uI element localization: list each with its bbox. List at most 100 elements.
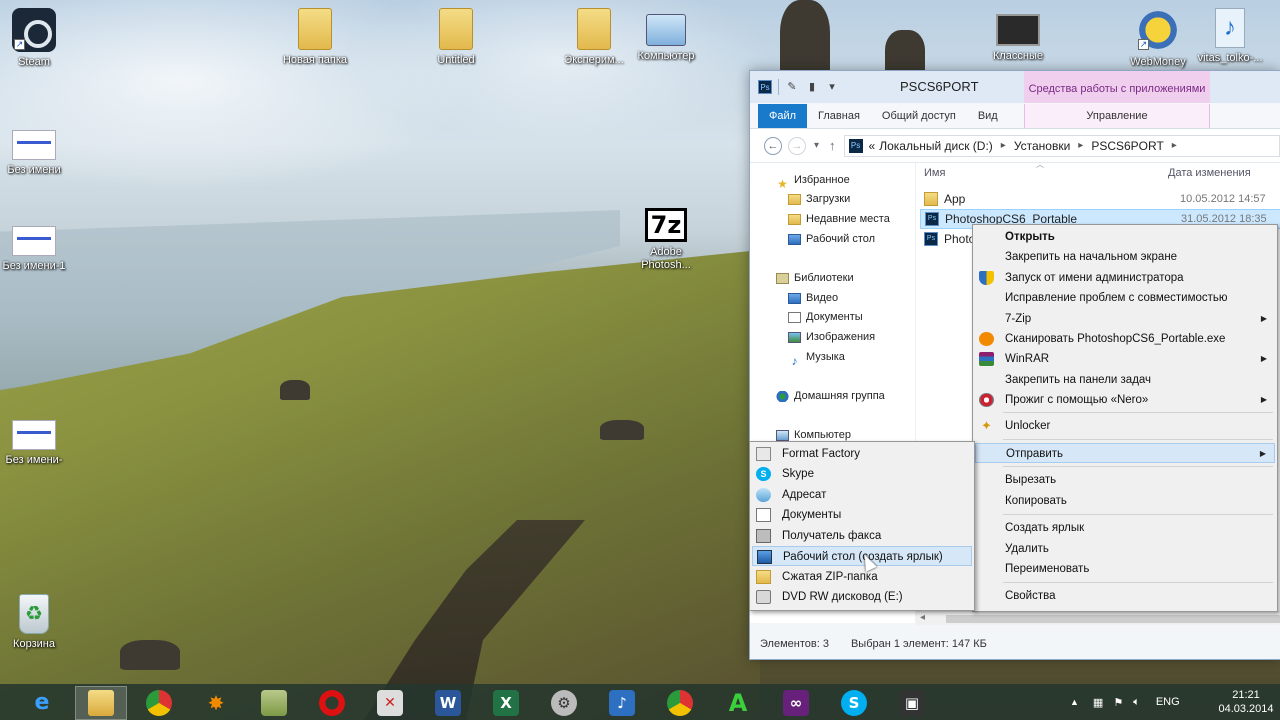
taskbar-excel[interactable]: X xyxy=(480,686,532,720)
nav-homegroup[interactable]: Домашняя группа xyxy=(776,387,885,405)
desktop-icon-new-folder[interactable]: Новая папка xyxy=(278,8,352,67)
tab-view[interactable]: Вид xyxy=(967,104,1009,128)
taskbar-camera[interactable]: ▣ xyxy=(886,686,938,720)
desktop-icon-recycle-bin[interactable]: ♻ Корзина xyxy=(0,594,71,651)
chevron-right-icon[interactable]: ▸ xyxy=(1172,140,1177,151)
nav-music[interactable]: ♪ Музыка xyxy=(788,348,845,368)
breadcrumb-local-disk[interactable]: Локальный диск (D:) xyxy=(879,139,993,153)
desktop-icon-computer[interactable]: Компьютер xyxy=(629,8,703,63)
sendto-skype[interactable]: S Skype xyxy=(752,464,972,484)
menu-item-copy[interactable]: Копировать xyxy=(975,491,1275,511)
menu-item-nero-burn[interactable]: Прожиг с помощью «Nero» ▶ xyxy=(975,390,1275,410)
chevron-right-icon[interactable]: ▸ xyxy=(1001,140,1006,151)
taskbar-chrome-2[interactable] xyxy=(654,686,706,720)
tab-manage[interactable]: Управление xyxy=(1024,104,1210,128)
chevron-right-icon[interactable]: ▸ xyxy=(1078,140,1083,151)
menu-item-unlocker[interactable]: ✦ Unlocker xyxy=(975,416,1275,436)
clock[interactable]: 21:21 04.03.2014 xyxy=(1216,688,1276,716)
menu-item-delete[interactable]: Удалить xyxy=(975,539,1275,559)
address-overflow[interactable]: « xyxy=(869,139,876,153)
menu-item-7zip[interactable]: 7-Zip ▶ xyxy=(975,309,1275,329)
show-hidden-icons-icon[interactable]: ▲ xyxy=(1070,697,1079,707)
taskbar-avast[interactable]: ✸ xyxy=(190,686,242,720)
sendto-dvd-drive[interactable]: DVD RW дисковод (E:) xyxy=(752,587,972,607)
menu-item-pin-taskbar[interactable]: Закрепить на панели задач xyxy=(975,370,1275,390)
menu-label: 7-Zip xyxy=(1005,313,1032,325)
taskbar-skype[interactable]: S xyxy=(828,686,880,720)
menu-item-pin-start[interactable]: Закрепить на начальном экране xyxy=(975,247,1275,267)
volume-icon[interactable]: 🔈︎ xyxy=(1133,696,1140,709)
taskbar-word[interactable]: W xyxy=(422,686,474,720)
column-header-date[interactable]: Дата изменения xyxy=(1168,167,1251,179)
menu-item-avast-scan[interactable]: Сканировать PhotoshopCS6_Portable.exe xyxy=(975,329,1275,349)
back-arrow-icon[interactable]: ← xyxy=(764,136,782,155)
menu-item-winrar[interactable]: WinRAR ▶ xyxy=(975,349,1275,369)
nav-libraries[interactable]: Библиотеки xyxy=(776,269,854,287)
desktop-icon-experiment[interactable]: Эксперим... xyxy=(557,8,631,67)
network-icon[interactable]: ▦ xyxy=(1093,696,1103,709)
scrollbar-thumb[interactable] xyxy=(946,615,1280,623)
sendto-fax-recipient[interactable]: Получатель факса xyxy=(752,526,972,546)
desktop-icon-untitled-folder[interactable]: Untitled xyxy=(419,8,493,67)
nav-videos[interactable]: Видео xyxy=(788,289,838,307)
scroll-left-icon[interactable]: ◂ xyxy=(920,612,925,623)
taskbar-file-explorer[interactable] xyxy=(75,686,127,720)
desktop-icon-klassnye[interactable]: Классные xyxy=(981,8,1055,63)
desktop-icon-vitas[interactable]: ♪ vitas_tolko-... xyxy=(1193,8,1267,65)
desktop-icon-adobe-photoshop[interactable]: 7z Adobe Photosh... xyxy=(629,208,703,272)
nav-desktop[interactable]: Рабочий стол xyxy=(788,230,875,248)
action-center-flag-icon[interactable]: ⚑ xyxy=(1113,696,1123,709)
column-header-name[interactable]: Имя xyxy=(924,167,945,179)
taskbar-tool[interactable]: ✕ xyxy=(364,686,416,720)
file-row[interactable]: App 10.05.2012 14:57 xyxy=(920,189,1280,209)
menu-item-run-as-admin[interactable]: Запуск от имени администратора xyxy=(975,268,1275,288)
address-path[interactable]: Ps « Локальный диск (D:) ▸ Установки ▸ P… xyxy=(843,134,1280,157)
tab-file[interactable]: Файл xyxy=(758,104,808,128)
taskbar-app-green[interactable] xyxy=(248,686,300,720)
toolbar-divider xyxy=(778,79,779,95)
menu-item-rename[interactable]: Переименовать xyxy=(975,559,1275,579)
breadcrumb-pscs6port[interactable]: PSCS6PORT xyxy=(1091,139,1163,153)
recent-locations-icon[interactable]: ▾ xyxy=(814,140,819,151)
sendto-documents[interactable]: Документы xyxy=(752,505,972,525)
nav-pictures[interactable]: Изображения xyxy=(788,328,875,346)
menu-item-properties[interactable]: Свойства xyxy=(975,586,1275,606)
nav-favorites[interactable]: ★ Избранное xyxy=(776,171,850,191)
sendto-mail-recipient[interactable]: Адресат xyxy=(752,485,972,505)
nav-downloads[interactable]: Загрузки xyxy=(788,190,850,208)
menu-item-open[interactable]: Открыть xyxy=(975,227,1275,247)
breadcrumb-installs[interactable]: Установки xyxy=(1014,139,1070,153)
desktop-icon-untitled-3[interactable]: Без имени- xyxy=(0,412,71,467)
desktop-icon-untitled-2[interactable]: Без имени-1 xyxy=(0,218,71,273)
menu-item-troubleshoot-compat[interactable]: Исправление проблем с совместимостью xyxy=(975,288,1275,308)
taskbar-chrome[interactable] xyxy=(133,686,185,720)
video-file-icon xyxy=(996,14,1040,46)
taskbar-visual-studio[interactable]: ∞ xyxy=(770,686,822,720)
desktop-icon-webmoney[interactable]: ↗ WebMoney xyxy=(1121,8,1195,69)
menu-item-send-to[interactable]: Отправить ▶ xyxy=(975,443,1275,463)
taskbar-audio-app[interactable]: ♪ xyxy=(596,686,648,720)
taskbar-opera[interactable] xyxy=(306,686,358,720)
nav-recent-places[interactable]: Недавние места xyxy=(788,210,890,228)
title-bar[interactable]: Ps ✎ ▮ ▾ PSCS6PORT Средства работы с при… xyxy=(750,71,1280,103)
desktop-icon-steam[interactable]: ↗ Steam xyxy=(0,8,71,69)
sendto-format-factory[interactable]: Format Factory xyxy=(752,444,972,464)
tab-share[interactable]: Общий доступ xyxy=(871,104,967,128)
horizontal-scrollbar[interactable]: ◂ xyxy=(916,611,1280,625)
menu-item-create-shortcut[interactable]: Создать ярлык xyxy=(975,518,1275,538)
menu-item-cut[interactable]: Вырезать xyxy=(975,470,1275,490)
chevron-down-icon[interactable]: ▾ xyxy=(825,80,839,94)
tab-home[interactable]: Главная xyxy=(807,104,871,128)
forward-arrow-icon[interactable]: → xyxy=(788,136,806,155)
taskbar-internet-explorer[interactable]: e xyxy=(16,686,68,720)
properties-quick-icon[interactable]: ✎ xyxy=(785,80,799,94)
taskbar-settings-app[interactable]: ⚙ xyxy=(538,686,590,720)
nav-documents[interactable]: Документы xyxy=(788,308,863,326)
up-arrow-icon[interactable]: ↑ xyxy=(829,138,836,153)
new-folder-quick-icon[interactable]: ▮ xyxy=(805,80,819,94)
input-language[interactable]: ENG xyxy=(1156,696,1180,708)
sendto-zip-folder[interactable]: Сжатая ZIP-папка xyxy=(752,567,972,587)
taskbar-app-a[interactable]: A xyxy=(712,686,764,720)
desktop-icon-untitled-1[interactable]: Без имени xyxy=(0,122,71,177)
skype-icon: S xyxy=(841,690,867,716)
